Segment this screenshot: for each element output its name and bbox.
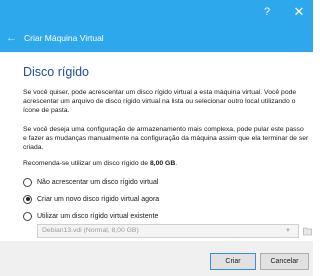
wizard-header: ← Criar Máquina Virtual <box>0 24 313 52</box>
chevron-down-icon[interactable]: ▼ <box>283 225 293 237</box>
option-no-disk[interactable]: Não acrescentar um disco rígido virtual <box>23 176 158 188</box>
radio-create-new-disk[interactable] <box>23 194 32 204</box>
option-use-existing-disk-label: Utilizar um disco rígido virtual existen… <box>37 212 159 220</box>
option-no-disk-label: Não acrescentar um disco rígido virtual <box>37 178 159 186</box>
recommended-size-prefix: Recomenda-se utilizar um disco rígido de <box>23 160 150 167</box>
radio-use-existing-disk[interactable] <box>23 211 32 221</box>
option-create-new-disk-label: Criar um novo disco rígido virtual agora <box>37 195 160 203</box>
option-use-existing-disk[interactable]: Utilizar um disco rígido virtual existen… <box>23 210 158 222</box>
existing-disk-value: Debian13.vdi (Normal, 8,00 GB) <box>42 227 139 234</box>
button-bar: Criar Cancelar <box>0 241 313 276</box>
radio-no-disk[interactable] <box>23 177 32 187</box>
choose-disk-folder-icon[interactable] <box>303 224 312 238</box>
option-create-new-disk[interactable]: Criar um novo disco rígido virtual agora <box>23 193 159 205</box>
wizard-page: Disco rígido Se você quiser, pode acresc… <box>0 52 313 241</box>
description-paragraph-2: Se você deseja uma configuração de armaz… <box>23 126 309 151</box>
recommended-size-value: 8,00 GB <box>149 160 176 167</box>
existing-disk-select[interactable]: Debian13.vdi (Normal, 8,00 GB) ▼ <box>37 224 299 238</box>
help-icon[interactable]: ? <box>255 0 279 24</box>
wizard-title: Criar Máquina Virtual <box>24 33 104 43</box>
recommended-size-suffix: . <box>175 160 178 167</box>
cancel-button[interactable]: Cancelar <box>260 253 309 270</box>
recommended-size-text: Recomenda-se utilizar um disco rígido de… <box>23 160 309 169</box>
description-paragraph-1: Se você quiser, pode acrescentar um disc… <box>23 89 297 114</box>
title-bar: ? ✕ <box>0 0 313 24</box>
close-icon[interactable]: ✕ <box>287 0 311 24</box>
create-vm-dialog: ? ✕ ← Criar Máquina Virtual Disco rígido… <box>0 0 313 276</box>
page-title: Disco rígido <box>23 65 89 79</box>
back-arrow-icon[interactable]: ← <box>6 24 20 52</box>
create-button[interactable]: Criar <box>210 253 256 270</box>
